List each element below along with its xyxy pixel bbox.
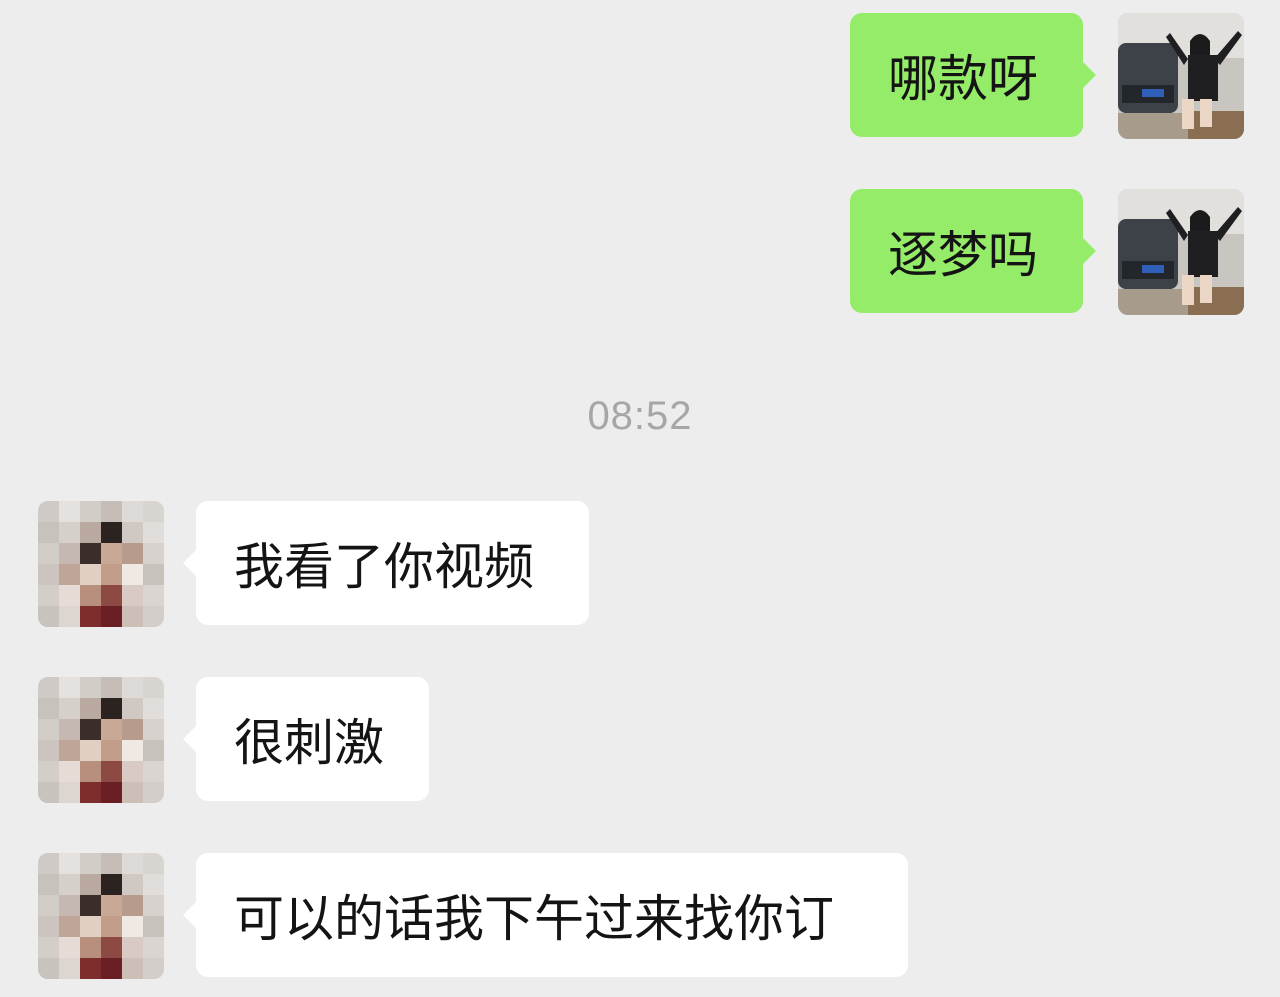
self-avatar-photo-icon — [1118, 13, 1244, 139]
self-avatar-photo-icon — [1118, 189, 1244, 315]
message-bubble-incoming[interactable]: 我看了你视频 — [183, 501, 589, 625]
chat-timestamp: 08:52 — [587, 394, 693, 438]
contact-avatar[interactable] — [38, 677, 164, 803]
contact-avatar-pixelated-icon — [38, 853, 164, 979]
message-text: 很刺激 — [234, 714, 384, 772]
message-text: 逐梦吗 — [888, 226, 1038, 284]
self-avatar[interactable] — [1118, 189, 1244, 315]
message-text: 哪款呀 — [888, 50, 1038, 108]
message-text: 可以的话我下午过来找你订 — [234, 890, 834, 948]
message-bubble-incoming[interactable]: 很刺激 — [183, 677, 429, 801]
contact-avatar[interactable] — [38, 501, 164, 627]
self-avatar[interactable] — [1118, 13, 1244, 139]
message-text: 我看了你视频 — [234, 538, 534, 596]
contact-avatar[interactable] — [38, 853, 164, 979]
message-bubble-outgoing[interactable]: 哪款呀 — [850, 13, 1096, 137]
contact-avatar-pixelated-icon — [38, 501, 164, 627]
contact-avatar-pixelated-icon — [38, 677, 164, 803]
message-bubble-outgoing[interactable]: 逐梦吗 — [850, 189, 1096, 313]
message-bubble-incoming[interactable]: 可以的话我下午过来找你订 — [183, 853, 908, 977]
